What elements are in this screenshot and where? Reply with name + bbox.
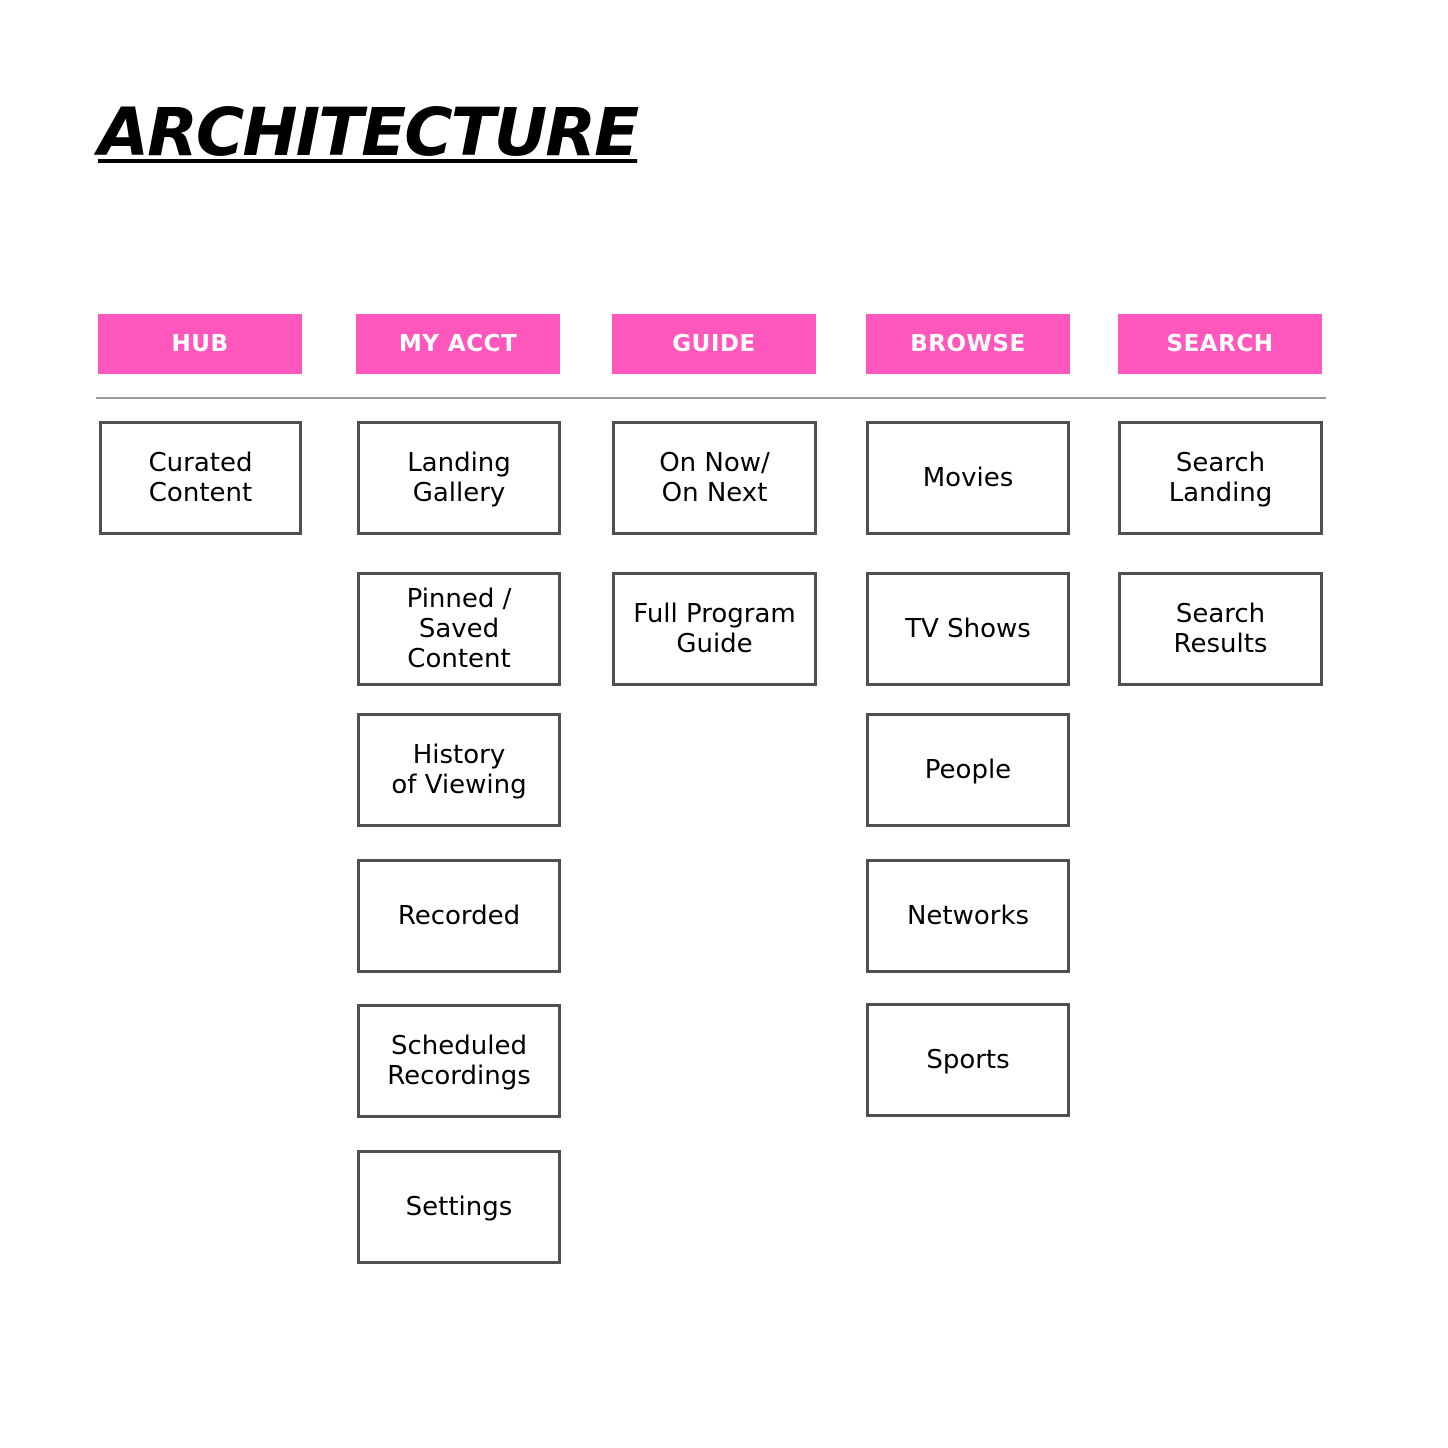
node-settings[interactable]: Settings xyxy=(357,1150,561,1264)
column-header-guide[interactable]: GUIDE xyxy=(612,314,816,374)
node-on-now-on-next[interactable]: On Now/ On Next xyxy=(612,421,817,535)
node-pinned-saved-content[interactable]: Pinned / Saved Content xyxy=(357,572,561,686)
node-search-results[interactable]: Search Results xyxy=(1118,572,1323,686)
column-header-hub[interactable]: HUB xyxy=(98,314,302,374)
node-movies[interactable]: Movies xyxy=(866,421,1070,535)
node-full-program-guide[interactable]: Full Program Guide xyxy=(612,572,817,686)
node-scheduled-recordings[interactable]: Scheduled Recordings xyxy=(357,1004,561,1118)
column-header-browse[interactable]: BROWSE xyxy=(866,314,1070,374)
column-header-my-acct[interactable]: MY ACCT xyxy=(356,314,560,374)
node-people[interactable]: People xyxy=(866,713,1070,827)
node-history-of-viewing[interactable]: History of Viewing xyxy=(357,713,561,827)
node-sports[interactable]: Sports xyxy=(866,1003,1070,1117)
column-header-search[interactable]: SEARCH xyxy=(1118,314,1322,374)
node-search-landing[interactable]: Search Landing xyxy=(1118,421,1323,535)
node-tv-shows[interactable]: TV Shows xyxy=(866,572,1070,686)
page-title: ARCHITECTURE xyxy=(98,94,639,171)
node-networks[interactable]: Networks xyxy=(866,859,1070,973)
divider xyxy=(96,397,1326,399)
node-curated-content[interactable]: Curated Content xyxy=(99,421,302,535)
node-recorded[interactable]: Recorded xyxy=(357,859,561,973)
node-landing-gallery[interactable]: Landing Gallery xyxy=(357,421,561,535)
